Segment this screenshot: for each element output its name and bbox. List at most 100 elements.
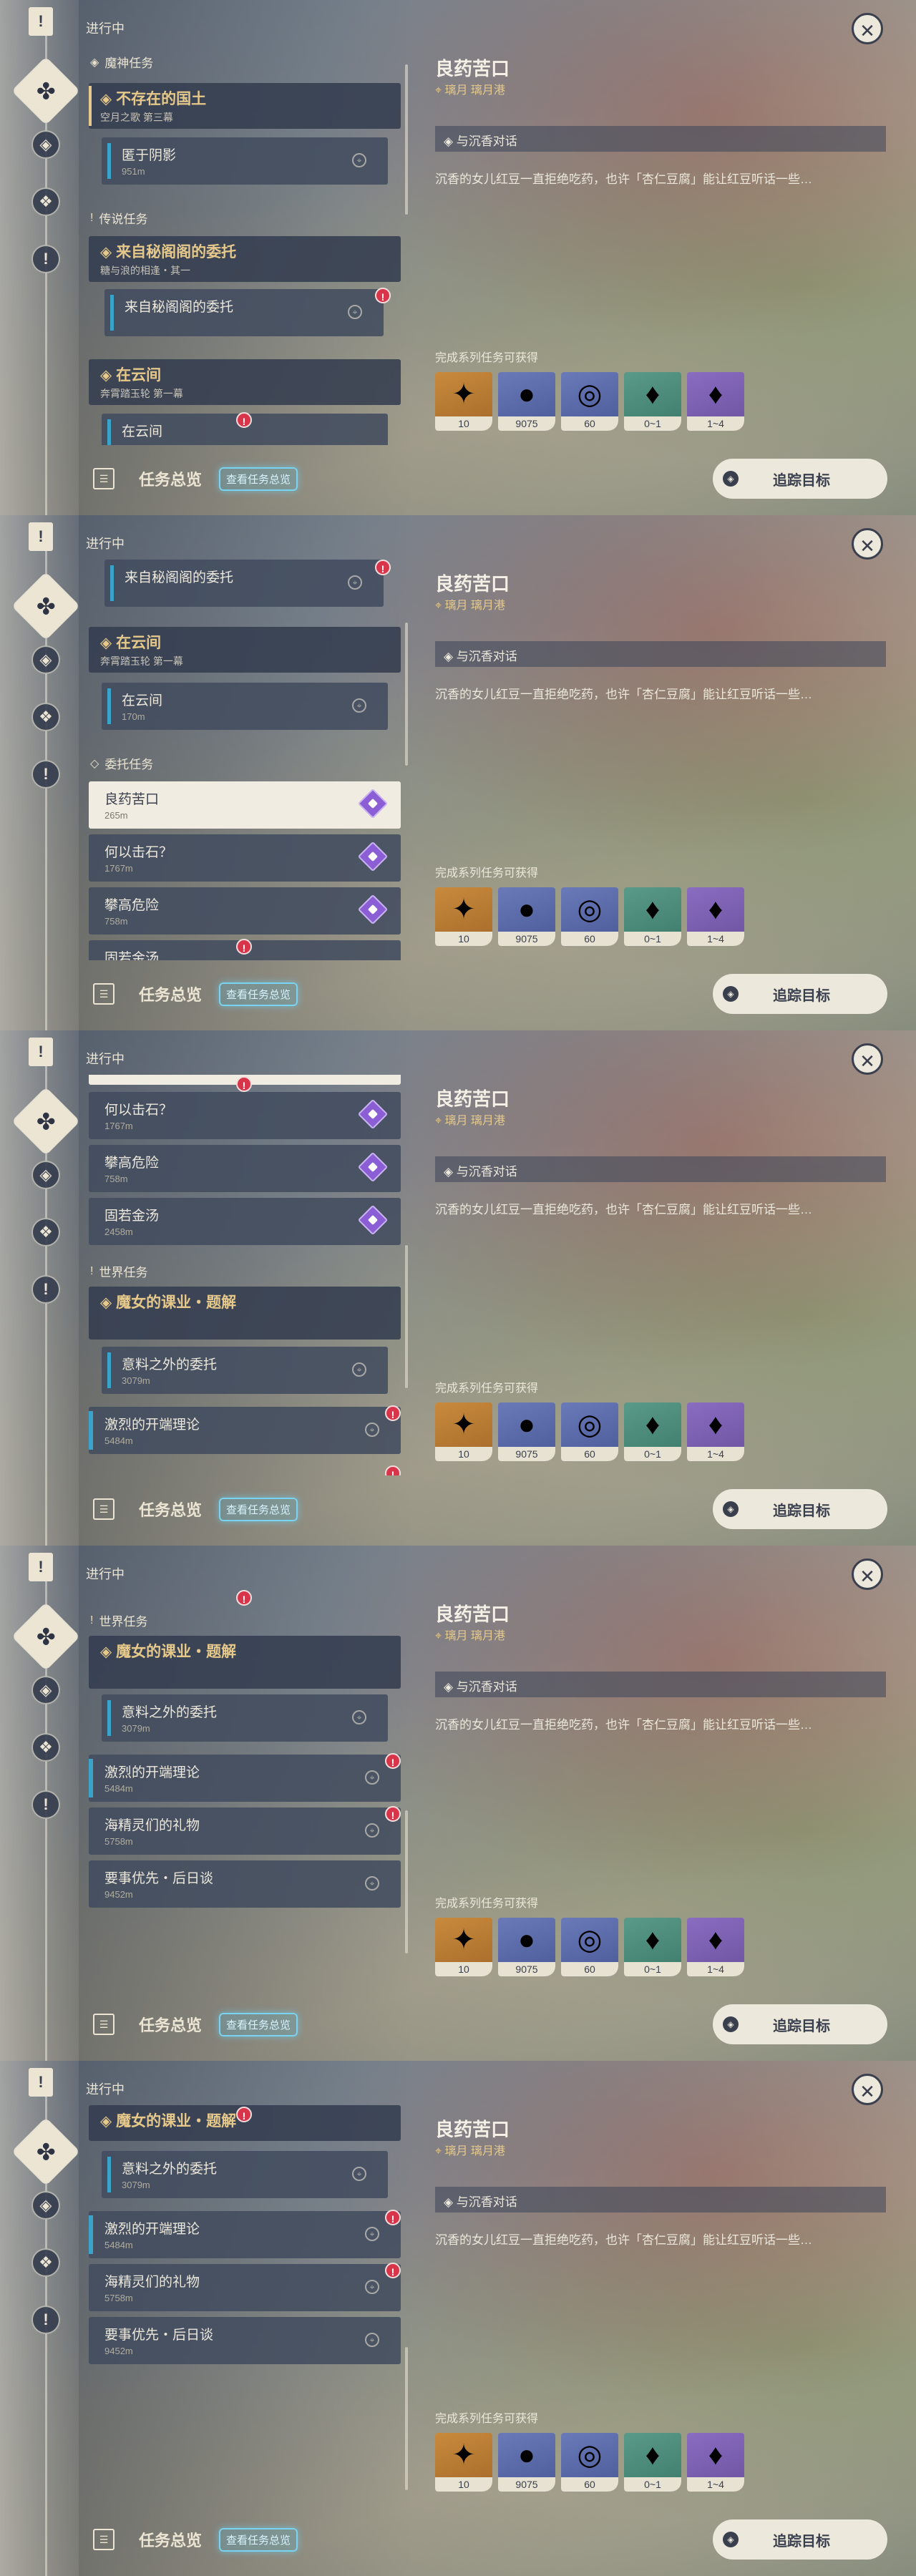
tab-archon-quests[interactable]: ◈: [31, 1161, 60, 1189]
tab-story-quests[interactable]: ❖: [31, 2248, 60, 2277]
view-overview-button[interactable]: 查看任务总览: [219, 2012, 298, 2036]
quest-jilie[interactable]: 激烈的开端理论 5484m ⌖: [89, 2211, 401, 2258]
reward-crystal-green[interactable]: ♦ 0~1: [624, 887, 681, 946]
tab-archon-quests[interactable]: ◈: [31, 2191, 60, 2220]
reward-crystal-green[interactable]: ♦ 0~1: [624, 1402, 681, 1461]
location-pin-icon[interactable]: ⌖: [348, 575, 362, 590]
quest-witch[interactable]: ◈ 魔女的课业・题解: [89, 1287, 401, 1340]
quest-yaoshi[interactable]: 要事优先・后日谈 9452m ⌖: [89, 1860, 401, 1908]
tab-archon-quests[interactable]: ◈: [31, 645, 60, 674]
close-button[interactable]: ✕: [852, 1043, 883, 1075]
list-scrollbar[interactable]: [405, 1810, 408, 1953]
location-pin-icon[interactable]: ⌖: [352, 2167, 366, 2181]
tab-world-quests[interactable]: !: [31, 2306, 60, 2334]
tab-archon-quests[interactable]: ◈: [31, 130, 60, 159]
location-pin-icon[interactable]: ⌖: [365, 1823, 379, 1838]
reward-primogem[interactable]: ✦ 10: [435, 887, 492, 946]
tab-world-quests[interactable]: !: [31, 1275, 60, 1304]
commission-guruo[interactable]: 固若金汤 2458m: [89, 1198, 401, 1245]
quest-list[interactable]: 来自秘阁阁的委托 ⌖ ! ◈ 在云间 奔霄踏玉轮 第一幕 在云间 170m ⌖ ◇ 委…: [80, 560, 409, 960]
reward-crystal-purple[interactable]: ♦ 1~4: [687, 372, 744, 431]
reward-mora[interactable]: ● 9075: [498, 1402, 555, 1461]
quest-yunjian[interactable]: ◈ 在云间 奔霄踏玉轮 第一幕: [89, 359, 401, 405]
track-objective-button[interactable]: ◈ 追踪目标: [713, 2004, 887, 2044]
reward-mora[interactable]: ● 9075: [498, 372, 555, 431]
view-overview-button[interactable]: 查看任务总览: [219, 982, 298, 1006]
close-button[interactable]: ✕: [852, 528, 883, 560]
view-overview-button[interactable]: 查看任务总览: [219, 467, 298, 491]
list-scrollbar[interactable]: [405, 1245, 408, 1388]
quest-step-yiliao[interactable]: 意料之外的委托 3079m ⌖: [102, 2151, 388, 2198]
reward-primogem[interactable]: ✦ 10: [435, 2433, 492, 2492]
location-pin-icon[interactable]: ⌖: [365, 2333, 379, 2347]
tab-world-quests[interactable]: !: [31, 245, 60, 273]
track-objective-button[interactable]: ◈ 追踪目标: [713, 459, 887, 499]
list-scrollbar[interactable]: [405, 64, 408, 215]
location-pin-icon[interactable]: ⌖: [352, 1710, 366, 1724]
reward-crystal-green[interactable]: ♦ 0~1: [624, 372, 681, 431]
quest-haijing[interactable]: 海精灵们的礼物 5758m ⌖: [89, 2264, 401, 2311]
quest-pavilion[interactable]: ◈ 来自秘阁阁的委托 糖与浪的相逢・其一: [89, 236, 401, 282]
commission-heyi[interactable]: 何以击石？ 1767m: [89, 1092, 401, 1139]
reward-adventure-exp[interactable]: ◎ 60: [561, 1402, 618, 1461]
quest-yaoshi[interactable]: 要事优先・后日谈 9452m ⌖: [89, 2317, 401, 2364]
reward-primogem[interactable]: ✦ 10: [435, 1918, 492, 1976]
reward-primogem[interactable]: ✦ 10: [435, 1402, 492, 1461]
quest-step-shadow[interactable]: 匿于阴影 951m ⌖: [102, 137, 388, 185]
reward-crystal-purple[interactable]: ♦ 1~4: [687, 2433, 744, 2492]
reward-adventure-exp[interactable]: ◎ 60: [561, 1918, 618, 1976]
quest-list[interactable]: ! 何以击石？ 1767m 攀高危险 758m 固若金汤 2458m ! 世界任务 ◈ 魔…: [80, 1075, 409, 1475]
quest-yunjian[interactable]: ◈ 在云间 奔霄踏玉轮 第一幕: [89, 627, 401, 673]
commission-pangao[interactable]: 攀高危险 758m: [89, 887, 401, 935]
reward-crystal-purple[interactable]: ♦ 1~4: [687, 887, 744, 946]
tab-archon-quests[interactable]: ◈: [31, 1676, 60, 1704]
reward-adventure-exp[interactable]: ◎ 60: [561, 2433, 618, 2492]
reward-adventure-exp[interactable]: ◎ 60: [561, 887, 618, 946]
reward-primogem[interactable]: ✦ 10: [435, 372, 492, 431]
location-pin-icon[interactable]: ⌖: [365, 2280, 379, 2294]
commission-heyi[interactable]: 何以击石？ 1767m: [89, 834, 401, 882]
commission-liangyao[interactable]: 良药苦口 265m: [89, 781, 401, 829]
list-scrollbar[interactable]: [405, 2347, 408, 2490]
close-button[interactable]: ✕: [852, 2074, 883, 2105]
quest-list[interactable]: ◈ 魔神任务 ◈ 不存在的国土 空月之歌 第三幕 匿于阴影 951m ⌖ ! 传说任务 …: [80, 44, 409, 445]
tab-world-quests[interactable]: !: [31, 760, 60, 789]
close-button[interactable]: ✕: [852, 13, 883, 44]
tab-story-quests[interactable]: ❖: [31, 703, 60, 731]
reward-mora[interactable]: ● 9075: [498, 1918, 555, 1976]
view-overview-button[interactable]: 查看任务总览: [219, 1497, 298, 1521]
location-pin-icon[interactable]: ⌖: [365, 1770, 379, 1785]
location-pin-icon[interactable]: ⌖: [365, 2227, 379, 2241]
location-pin-icon[interactable]: ⌖: [352, 153, 366, 167]
close-button[interactable]: ✕: [852, 1558, 883, 1590]
quest-jilie[interactable]: 激烈的开端理论 5484m ⌖: [89, 1407, 401, 1454]
reward-crystal-green[interactable]: ♦ 0~1: [624, 2433, 681, 2492]
quest-jilie[interactable]: 激烈的开端理论 5484m ⌖: [89, 1755, 401, 1802]
quest-witch[interactable]: ◈ 魔女的课业・题解: [89, 1636, 401, 1689]
location-pin-icon[interactable]: ⌖: [365, 1423, 379, 1437]
location-pin-icon[interactable]: ⌖: [348, 305, 362, 319]
tab-world-quests[interactable]: !: [31, 1790, 60, 1819]
quest-haijing[interactable]: 海精灵们的礼物 5758m ⌖: [89, 1807, 401, 1855]
quest-list[interactable]: ! ! 世界任务 ◈ 魔女的课业・题解 意料之外的委托 3079m ⌖ 激烈的开端理论…: [80, 1590, 409, 1991]
reward-adventure-exp[interactable]: ◎ 60: [561, 372, 618, 431]
quest-list[interactable]: ◈ 魔女的课业・题解 ! 意料之外的委托 3079m ⌖ 激烈的开端理论 5484m …: [80, 2105, 409, 2506]
track-objective-button[interactable]: ◈ 追踪目标: [713, 2519, 887, 2560]
quest-step-pavilion[interactable]: 来自秘阁阁的委托 ⌖: [104, 289, 384, 336]
reward-crystal-purple[interactable]: ♦ 1~4: [687, 1918, 744, 1976]
reward-crystal-purple[interactable]: ♦ 1~4: [687, 1402, 744, 1461]
tab-story-quests[interactable]: ❖: [31, 1733, 60, 1762]
track-objective-button[interactable]: ◈ 追踪目标: [713, 974, 887, 1014]
quest-step-yiliao[interactable]: 意料之外的委托 3079m ⌖: [102, 1694, 388, 1742]
track-objective-button[interactable]: ◈ 追踪目标: [713, 1489, 887, 1529]
location-pin-icon[interactable]: ⌖: [365, 1876, 379, 1890]
location-pin-icon[interactable]: ⌖: [352, 698, 366, 713]
tab-story-quests[interactable]: ❖: [31, 187, 60, 216]
view-overview-button[interactable]: 查看任务总览: [219, 2527, 298, 2552]
reward-mora[interactable]: ● 9075: [498, 2433, 555, 2492]
commission-pangao[interactable]: 攀高危险 758m: [89, 1145, 401, 1192]
quest-step-pavilion[interactable]: 来自秘阁阁的委托 ⌖: [104, 560, 384, 607]
reward-mora[interactable]: ● 9075: [498, 887, 555, 946]
tab-story-quests[interactable]: ❖: [31, 1218, 60, 1246]
reward-crystal-green[interactable]: ♦ 0~1: [624, 1918, 681, 1976]
